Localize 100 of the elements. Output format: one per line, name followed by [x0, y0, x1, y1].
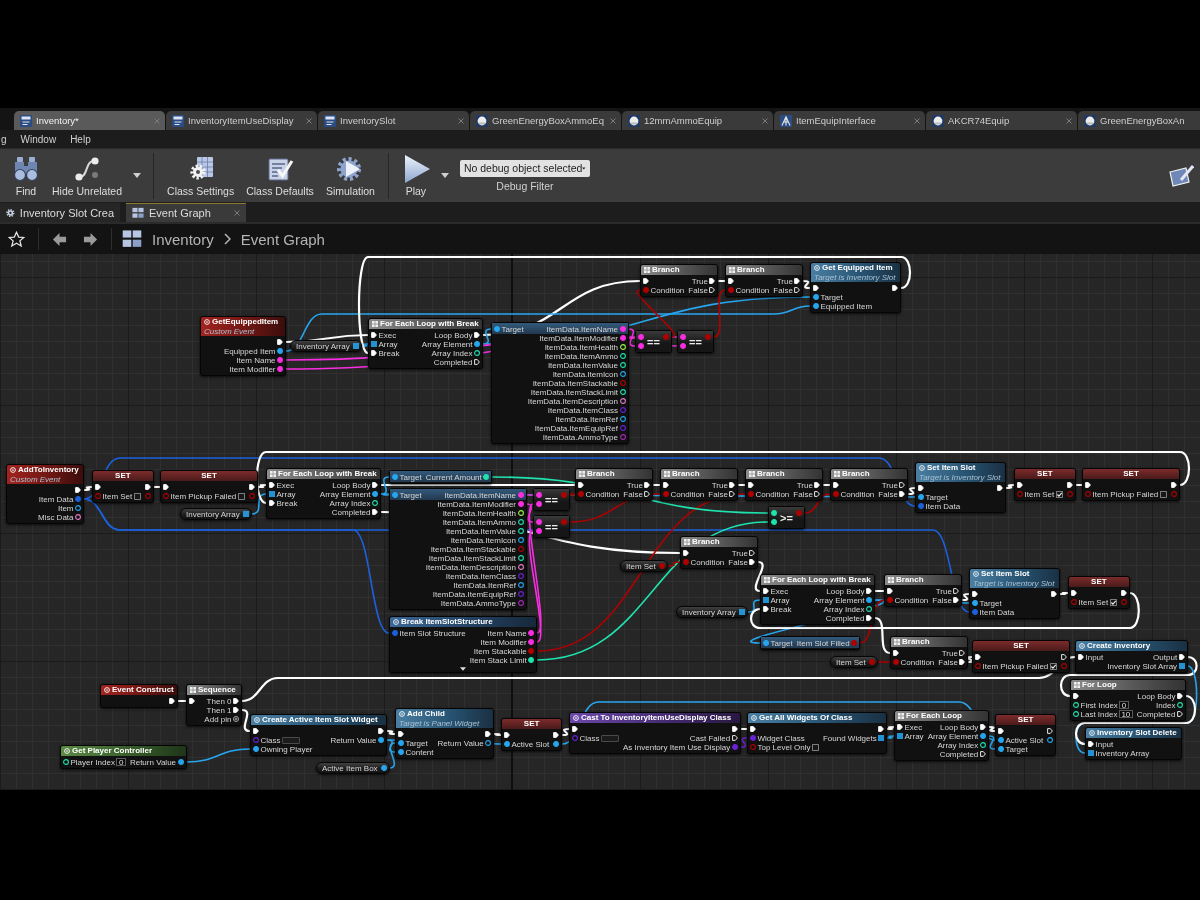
- flow-node[interactable]: Branch Condition True False: [660, 468, 739, 501]
- function-node[interactable]: Get Equipped Item Target is Inventory Slot Target Equipped Item: [810, 262, 901, 313]
- data-pin-icon[interactable]: [277, 366, 283, 372]
- flow-node[interactable]: For Loop First Index 0 Last Index 10 Loop Body Index Completed: [1070, 679, 1186, 721]
- exec-pin-icon[interactable]: [643, 278, 649, 284]
- exec-pin-icon[interactable]: [814, 482, 821, 488]
- data-pin-icon[interactable]: [1047, 737, 1054, 743]
- document-tab[interactable]: 12mmAmmoEquip: [622, 111, 773, 130]
- variable-node[interactable]: Item Set: [830, 656, 878, 668]
- exec-pin-icon[interactable]: [663, 482, 669, 488]
- data-pin-icon[interactable]: [378, 737, 384, 743]
- data-pin-icon[interactable]: [398, 749, 404, 755]
- data-pin-icon[interactable]: [277, 357, 283, 363]
- exec-pin-icon[interactable]: [972, 591, 978, 597]
- exec-pin-icon[interactable]: [578, 482, 584, 488]
- exec-pin-icon[interactable]: [997, 485, 1003, 491]
- close-icon[interactable]: [234, 210, 240, 216]
- exec-pin-icon[interactable]: [728, 278, 734, 284]
- exec-pin-icon[interactable]: [1171, 482, 1177, 488]
- exec-pin-icon[interactable]: [794, 287, 801, 293]
- function-node[interactable]: Add Child Target is Panel Widget Target Content Return Value: [395, 708, 495, 759]
- class-picker-field[interactable]: [282, 736, 300, 744]
- exec-pin-icon[interactable]: [233, 698, 239, 704]
- exec-pin-icon[interactable]: [866, 588, 872, 594]
- exec-pin-icon[interactable]: [998, 728, 1004, 734]
- debug-filter-dropdown[interactable]: No debug object selected: [459, 159, 590, 177]
- graph-canvas[interactable]: [0, 254, 1200, 790]
- exec-pin-icon[interactable]: [249, 484, 255, 490]
- exec-pin-icon[interactable]: [1120, 590, 1127, 596]
- member-node[interactable]: [389, 488, 527, 610]
- data-pin-icon[interactable]: [253, 746, 259, 752]
- data-pin-icon[interactable]: [680, 343, 686, 349]
- data-pin-icon[interactable]: [619, 371, 626, 377]
- exec-pin-icon[interactable]: [1047, 728, 1054, 734]
- data-pin-icon[interactable]: [398, 740, 404, 746]
- plus-icon[interactable]: [233, 716, 239, 722]
- value-field[interactable]: 10: [1118, 710, 1133, 718]
- exec-pin-icon[interactable]: [899, 482, 906, 488]
- exec-pin-icon[interactable]: [1051, 591, 1057, 597]
- variable-node[interactable]: Inventory Array: [180, 508, 252, 520]
- exec-pin-icon[interactable]: [1088, 741, 1094, 747]
- set-node[interactable]: SET Active Slot: [501, 718, 563, 751]
- exec-pin-icon[interactable]: [918, 485, 924, 491]
- array-pin-icon[interactable]: [738, 609, 745, 615]
- exec-pin-icon[interactable]: [1017, 482, 1023, 488]
- flow-node[interactable]: Sequence Then 0 Then 1 Add pin: [186, 684, 242, 726]
- function-node[interactable]: Create Active Item Slot Widget Class Owning Player Return Value: [250, 714, 387, 756]
- exec-pin-icon[interactable]: [748, 482, 754, 488]
- exec-pin-icon[interactable]: [144, 484, 151, 490]
- exec-pin-icon[interactable]: [709, 287, 716, 293]
- exec-pin-icon[interactable]: [975, 654, 981, 660]
- data-pin-icon[interactable]: [866, 597, 872, 603]
- function-node[interactable]: Inventory Slot Delete Input Inventory Array: [1085, 727, 1182, 760]
- document-tab[interactable]: ItemEquipInterface: [774, 111, 925, 130]
- document-tab[interactable]: GreenEnergyBoxAmmoEq: [470, 111, 621, 130]
- variable-node[interactable]: Inventory Array: [290, 340, 362, 352]
- function-node[interactable]: Get All Widgets Of Class Widget Class Top Level Only Found Widgets: [747, 712, 888, 754]
- exec-pin-icon[interactable]: [1071, 590, 1077, 596]
- exec-pin-icon[interactable]: [371, 350, 377, 356]
- break-node[interactable]: Break ItemSlotStructure Item Slot Structure Item Name Item Modifier Item Stackable Item Stack Limit: [389, 616, 538, 673]
- flow-node[interactable]: Branch Condition True False: [575, 468, 654, 501]
- exec-pin-icon[interactable]: [750, 726, 756, 732]
- exec-pin-icon[interactable]: [887, 588, 893, 594]
- editor-tab[interactable]: Event Graph: [126, 203, 246, 222]
- checkbox[interactable]: [1109, 598, 1117, 606]
- variable-node[interactable]: Inventory Array: [676, 606, 748, 618]
- value-field[interactable]: 0: [116, 758, 126, 766]
- cast-node[interactable]: Cast To InventoryItemUseDisplay Class Class Cast Failed As Inventory Item Use Display: [569, 712, 741, 754]
- set-node[interactable]: SET Item Pickup Failed: [160, 470, 258, 503]
- exec-pin-icon[interactable]: [1177, 711, 1183, 717]
- expand-caret-icon[interactable]: [460, 667, 467, 671]
- exec-pin-icon[interactable]: [572, 726, 578, 732]
- data-pin-icon[interactable]: [553, 741, 560, 747]
- array-pin-icon[interactable]: [1178, 663, 1185, 669]
- exec-pin-icon[interactable]: [729, 482, 736, 488]
- exec-pin-icon[interactable]: [504, 732, 510, 738]
- value-field[interactable]: 0: [1119, 701, 1129, 709]
- data-pin-icon[interactable]: [75, 505, 81, 511]
- hide-unrelated-button[interactable]: Hide Unrelated: [48, 154, 127, 197]
- exec-pin-icon[interactable]: [1061, 654, 1067, 660]
- data-pin-icon[interactable]: [536, 501, 542, 507]
- exec-pin-icon[interactable]: [833, 482, 839, 488]
- data-pin-icon[interactable]: [528, 639, 535, 645]
- exec-pin-icon[interactable]: [474, 332, 480, 338]
- exec-pin-icon[interactable]: [959, 659, 966, 665]
- exec-pin-icon[interactable]: [372, 482, 378, 488]
- exec-pin-icon[interactable]: [474, 359, 480, 365]
- exec-pin-icon[interactable]: [1085, 482, 1091, 488]
- function-node[interactable]: Get Player Controller Player Index 0 Return Value: [60, 745, 187, 769]
- menu-item[interactable]: Window: [20, 133, 57, 145]
- exec-pin-icon[interactable]: [485, 731, 492, 737]
- class-picker-field[interactable]: [601, 734, 619, 742]
- exec-pin-icon[interactable]: [233, 707, 239, 713]
- exec-pin-icon[interactable]: [189, 698, 195, 704]
- flow-node[interactable]: For Each Loop with Break Exec Array Break Loop Body Array Element Array Index Completed: [368, 318, 483, 369]
- member-node[interactable]: [491, 322, 629, 444]
- close-icon[interactable]: [1066, 117, 1072, 124]
- event-node[interactable]: Event Construct: [100, 684, 178, 708]
- data-pin-icon[interactable]: [638, 343, 644, 349]
- flow-node[interactable]: Branch Condition True False: [830, 468, 909, 501]
